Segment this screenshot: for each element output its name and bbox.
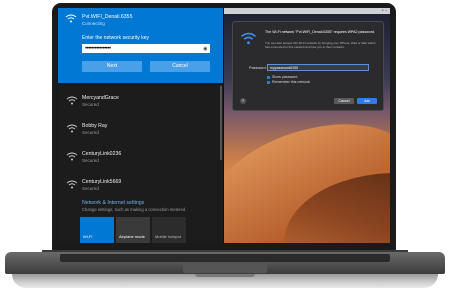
network-name: CenturyLink0236 — [82, 151, 122, 157]
laptop-lid-notch — [195, 274, 255, 277]
password-label: Password: — [249, 66, 267, 70]
secured-wifi-icon — [66, 152, 78, 161]
wifi-tile-label: Wi-Fi — [83, 234, 93, 239]
wifi-icon — [240, 32, 257, 45]
secured-wifi-icon — [66, 96, 78, 105]
wifi-password-dialog: The Wi-Fi network "Pvt.WIFI_Denali.6355"… — [232, 21, 384, 111]
windows-wifi-flyout: Pvt.WIFI_Denali.6355 Connecting Enter th… — [58, 8, 223, 243]
checkbox-checked-icon — [267, 75, 270, 79]
wifi-icon — [65, 14, 77, 23]
network-status: Secured — [82, 130, 99, 135]
network-list-item[interactable]: CenturyLink0236 Secured — [58, 144, 223, 172]
security-key-value: •••••••••••••••• — [85, 46, 111, 52]
network-list-item[interactable]: Bobby Ray Secured — [58, 116, 223, 144]
laptop-keyboard — [60, 254, 390, 262]
cancel-button[interactable]: Cancel — [150, 61, 210, 72]
active-network-status: Connecting — [82, 21, 105, 26]
checkbox-checked-icon — [267, 80, 270, 84]
show-password-checkbox[interactable]: Show password — [267, 75, 297, 79]
active-network-panel: Pvt.WIFI_Denali.6355 Connecting Enter th… — [58, 8, 223, 83]
network-status: Secured — [82, 186, 99, 191]
mac-cancel-button[interactable]: Cancel — [334, 98, 354, 104]
remember-network-label: Remember this network — [272, 80, 310, 84]
network-list-scrollbar[interactable] — [220, 86, 222, 160]
mac-menu-bar: ◔ ◦ — [224, 8, 390, 14]
network-status: Secured — [82, 102, 99, 107]
quick-action-tiles: Wi-Fi Airplane mode Mobile hotspot — [80, 217, 221, 243]
show-password-label: Show password — [272, 75, 298, 79]
airplane-mode-tile-label: Airplane mode — [119, 234, 145, 239]
wifi-tile[interactable]: Wi-Fi — [80, 217, 114, 243]
mobile-hotspot-tile[interactable]: Mobile hotspot — [152, 217, 186, 243]
secured-wifi-icon — [66, 180, 78, 189]
security-key-prompt: Enter the network security key — [82, 35, 149, 41]
menubar-wifi-icon[interactable]: ◔ ◦ — [381, 8, 387, 14]
active-network-ssid: Pvt.WIFI_Denali.6355 — [82, 14, 133, 20]
network-name: Bobby Ray — [82, 123, 108, 129]
laptop-screen: Pvt.WIFI_Denali.6355 Connecting Enter th… — [58, 8, 390, 243]
dialog-title: The Wi-Fi network "Pvt.WIFI_Denali.6355"… — [265, 30, 375, 34]
macos-desktop: ◔ ◦ The Wi-Fi network "Pvt.WIFI_Denali.6… — [224, 8, 390, 243]
mobile-hotspot-tile-label: Mobile hotspot — [155, 234, 182, 239]
help-button[interactable]: ? — [240, 98, 246, 104]
network-list-item[interactable]: CenturyLink5669 Secured — [58, 172, 223, 200]
network-settings-description: Change settings, such as making a connec… — [82, 207, 187, 212]
security-key-input[interactable]: •••••••••••••••• ◉ — [82, 44, 210, 53]
secured-wifi-icon — [66, 124, 78, 133]
network-name: MercyandGrace — [82, 95, 119, 101]
reveal-password-icon[interactable]: ◉ — [203, 45, 207, 54]
dialog-body: You can also access this Wi-Fi network b… — [265, 41, 376, 49]
network-status: Secured — [82, 158, 99, 163]
remember-network-checkbox[interactable]: Remember this network — [267, 80, 310, 84]
next-button[interactable]: Next — [82, 61, 142, 72]
join-button[interactable]: Join — [357, 98, 377, 104]
password-field[interactable]: mypassword6355 — [267, 64, 369, 71]
network-settings-link[interactable]: Network & Internet settings — [82, 200, 144, 206]
laptop-touchpad — [183, 263, 267, 273]
network-name: CenturyLink5669 — [82, 179, 122, 185]
airplane-mode-tile[interactable]: Airplane mode — [116, 217, 150, 243]
network-list-item[interactable]: MercyandGrace Secured — [58, 88, 223, 116]
